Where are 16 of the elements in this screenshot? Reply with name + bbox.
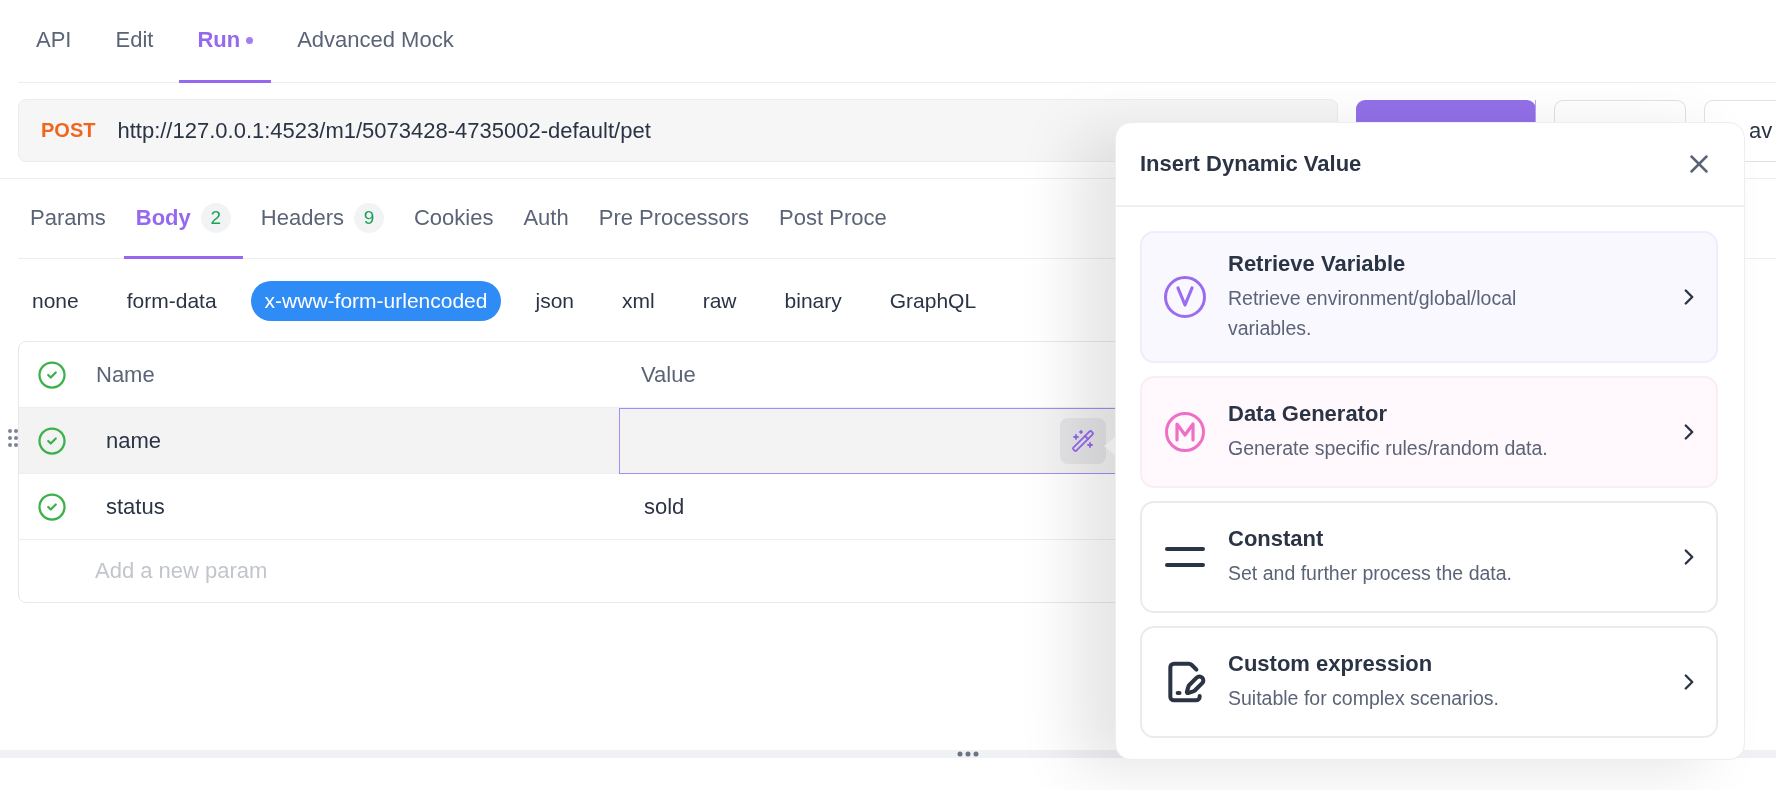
table-cell-text: name [105, 428, 163, 454]
option-description: Suitable for complex scenarios. [1228, 686, 1500, 712]
table-cell: sold [644, 493, 685, 520]
option-title: Constant [1228, 526, 1325, 553]
count-badge: 2 [200, 202, 231, 233]
count-badge: 9 [353, 202, 384, 233]
option-title: Data Generator [1228, 401, 1388, 428]
url-text: http://127.0.0.1:4523/m1/5073428-4735002-default/pet [117, 117, 651, 144]
option-description: Generate specific rules/random data. [1228, 436, 1549, 462]
table-cell-text: status [105, 493, 166, 520]
column-header: Value [641, 361, 696, 388]
option-description: Retrieve environment/global/local variables. [1228, 286, 1518, 342]
option-description: Set and further process the data. [1228, 561, 1513, 587]
option-title: Custom expression [1228, 651, 1434, 678]
column-header: Name [95, 361, 156, 388]
option-title: Retrieve Variable [1228, 251, 1407, 277]
